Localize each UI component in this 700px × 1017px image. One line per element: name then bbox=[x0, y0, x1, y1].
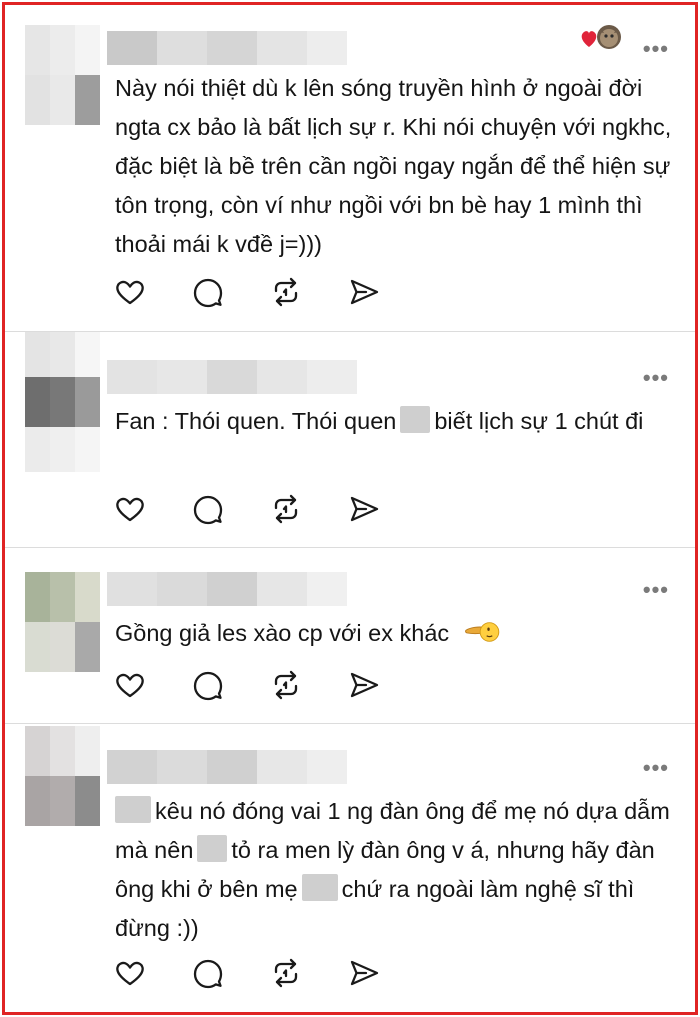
repost-icon bbox=[274, 958, 298, 988]
author-liked-badge bbox=[579, 23, 627, 55]
repost-button[interactable] bbox=[269, 492, 303, 526]
repost-button[interactable] bbox=[269, 668, 303, 702]
more-options-button[interactable]: ••• bbox=[643, 757, 669, 779]
more-options-button[interactable]: ••• bbox=[643, 367, 669, 389]
heart-icon bbox=[116, 497, 144, 522]
share-button[interactable] bbox=[347, 956, 381, 990]
comment-3: ••• Gồng giả les xào cp với ex khác bbox=[5, 548, 695, 722]
comment-text-part: Gồng giả les xào cp với ex khác bbox=[115, 620, 450, 646]
action-bar bbox=[113, 668, 381, 704]
avatar[interactable] bbox=[25, 25, 101, 125]
comment-icon bbox=[193, 278, 223, 308]
comment-text-part: biết lịch sự 1 chút đi bbox=[434, 408, 644, 434]
repost-icon bbox=[274, 494, 298, 524]
comment-4: ••• kêu nó đóng vai 1 ng đàn ông để mẹ n… bbox=[5, 724, 695, 1012]
comment-text: Gồng giả les xào cp với ex khác bbox=[115, 614, 680, 658]
avatar[interactable] bbox=[25, 572, 101, 672]
share-button[interactable] bbox=[347, 492, 381, 526]
comment-text: kêu nó đóng vai 1 ng đàn ông để mẹ nó dự… bbox=[115, 792, 680, 948]
share-icon bbox=[350, 279, 379, 305]
comment-button[interactable] bbox=[191, 956, 225, 990]
repost-icon bbox=[274, 670, 298, 700]
action-bar bbox=[113, 492, 381, 528]
screenshot-frame: ••• Này nói thiệt dù k lên sóng truyền h… bbox=[2, 2, 698, 1015]
comment-icon bbox=[193, 959, 223, 989]
comment-button[interactable] bbox=[191, 492, 225, 526]
share-icon bbox=[350, 672, 379, 698]
comment-text-part: Fan : Thói quen. Thói quen bbox=[115, 408, 397, 434]
comment-icon bbox=[193, 671, 223, 701]
censored-word bbox=[115, 796, 151, 823]
action-bar bbox=[113, 956, 381, 992]
heart-icon bbox=[116, 280, 144, 305]
more-options-button[interactable]: ••• bbox=[643, 579, 669, 601]
censored-word bbox=[301, 874, 338, 901]
avatar[interactable] bbox=[25, 726, 101, 826]
comment-1: ••• Này nói thiệt dù k lên sóng truyền h… bbox=[5, 5, 695, 330]
heart-icon bbox=[116, 961, 144, 986]
heart-icon bbox=[116, 673, 144, 698]
comment-button[interactable] bbox=[191, 275, 225, 309]
username[interactable] bbox=[107, 572, 347, 606]
action-bar bbox=[113, 275, 381, 311]
comment-2: ••• Fan : Thói quen. Thói quen biết lịch … bbox=[5, 332, 695, 546]
share-button[interactable] bbox=[347, 668, 381, 702]
like-button[interactable] bbox=[113, 275, 147, 309]
pointing-hand-emoji bbox=[462, 618, 502, 658]
username[interactable] bbox=[107, 750, 347, 784]
like-button[interactable] bbox=[113, 492, 147, 526]
censored-word bbox=[400, 406, 431, 433]
username[interactable] bbox=[107, 360, 357, 394]
comment-icon bbox=[193, 495, 223, 525]
comment-text: Này nói thiệt dù k lên sóng truyền hình … bbox=[115, 75, 672, 257]
share-icon bbox=[350, 496, 379, 522]
username[interactable] bbox=[107, 31, 347, 65]
like-button[interactable] bbox=[113, 956, 147, 990]
avatar[interactable] bbox=[25, 332, 101, 482]
share-icon bbox=[350, 960, 379, 986]
more-options-button[interactable]: ••• bbox=[643, 38, 669, 60]
repost-button[interactable] bbox=[269, 956, 303, 990]
like-button[interactable] bbox=[113, 668, 147, 702]
censored-word bbox=[197, 835, 228, 862]
repost-icon bbox=[274, 277, 298, 307]
comment-text: Fan : Thói quen. Thói quen biết lịch sự 1… bbox=[115, 402, 680, 441]
share-button[interactable] bbox=[347, 275, 381, 309]
heart-icon bbox=[581, 25, 621, 49]
comment-button[interactable] bbox=[191, 668, 225, 702]
repost-button[interactable] bbox=[269, 275, 303, 309]
